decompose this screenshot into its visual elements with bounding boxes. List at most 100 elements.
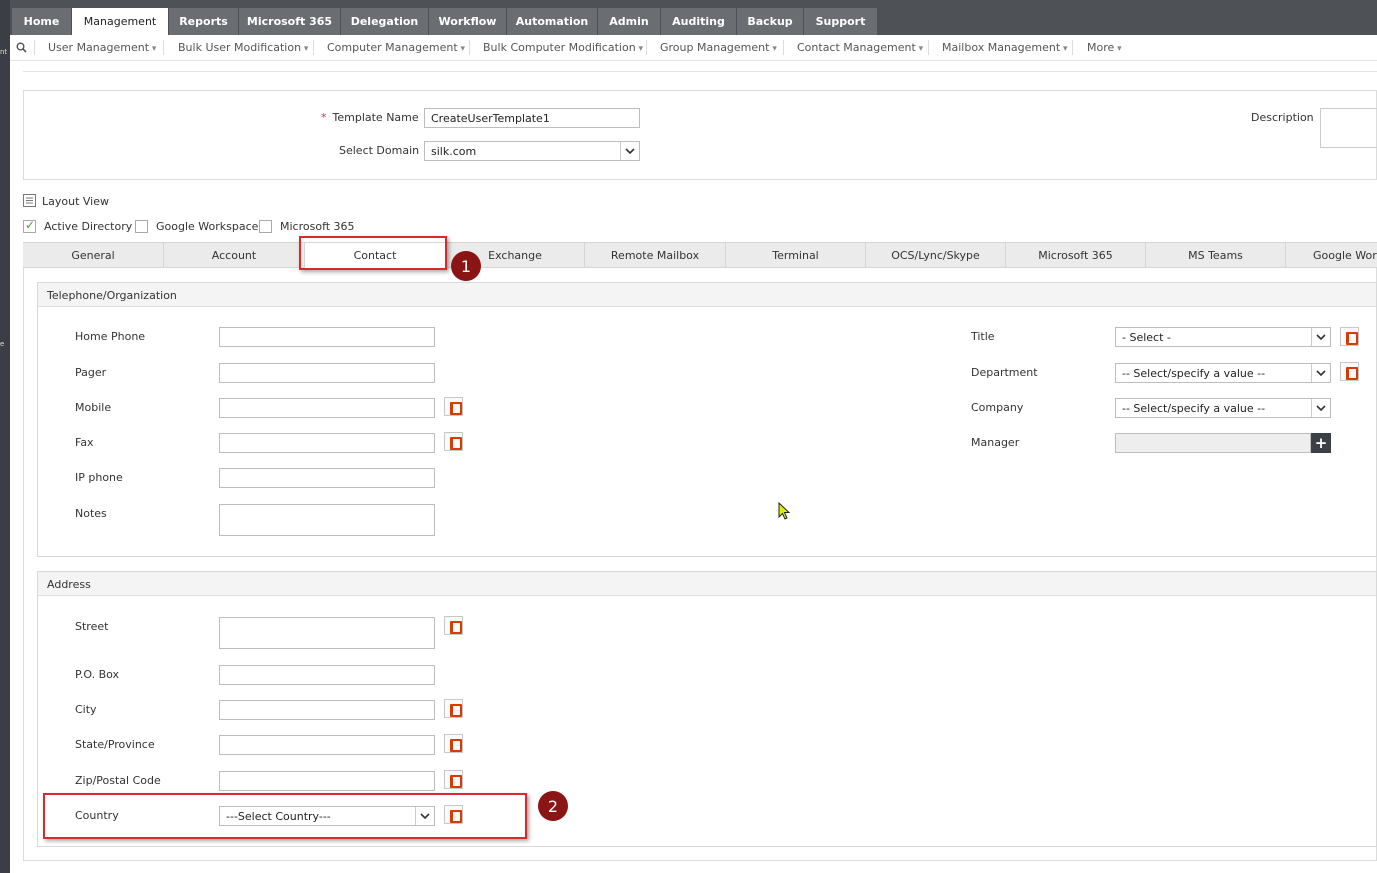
mobile-input[interactable] (219, 398, 435, 418)
sub-nav-divider (313, 40, 314, 55)
tab-ocs-lync-skype[interactable]: OCS/Lync/Skype (866, 243, 1006, 268)
highlight-contact-tab (299, 236, 447, 270)
office-365-icon[interactable] (444, 397, 463, 416)
chevron-down-icon (1311, 328, 1330, 346)
fax-input[interactable] (219, 433, 435, 453)
pager-label: Pager (75, 366, 107, 379)
sub-nav-divider (163, 40, 164, 55)
company-select[interactable]: -- Select/specify a value -- (1115, 398, 1331, 418)
left-strip-text-1: nt (0, 48, 8, 56)
office-365-icon[interactable] (1340, 362, 1359, 381)
layout-view-icon[interactable] (23, 194, 36, 207)
checkbox-microsoft-365-label: Microsoft 365 (280, 220, 355, 233)
tab-ms-teams[interactable]: MS Teams (1146, 243, 1286, 268)
checkbox-microsoft-365[interactable] (259, 220, 272, 233)
tab-support[interactable]: Support (804, 8, 878, 35)
tab-microsoft-365[interactable]: Microsoft 365 (239, 8, 341, 35)
highlight-country-row (43, 793, 527, 839)
checkbox-google-workspace[interactable] (135, 220, 148, 233)
notes-label: Notes (75, 507, 107, 520)
menu-bulk-user-modification[interactable]: Bulk User Modification (178, 41, 308, 54)
ip-phone-input[interactable] (219, 468, 435, 488)
layout-view-link[interactable]: Layout View (42, 195, 109, 208)
menu-mailbox-management[interactable]: Mailbox Management (942, 41, 1068, 54)
tab-delegation[interactable]: Delegation (341, 8, 429, 35)
chevron-down-icon (1311, 364, 1330, 382)
sub-nav-divider (928, 40, 929, 55)
sub-nav-divider (1072, 40, 1073, 55)
department-label: Department (971, 366, 1038, 379)
tab-remote-mailbox[interactable]: Remote Mailbox (585, 243, 726, 268)
home-phone-label: Home Phone (75, 330, 146, 343)
tab-general[interactable]: General (23, 243, 164, 268)
sub-nav-divider (469, 40, 470, 55)
ip-phone-label: IP phone (75, 471, 123, 484)
city-input[interactable] (219, 700, 435, 720)
mobile-label: Mobile (75, 401, 112, 414)
home-phone-input[interactable] (219, 327, 435, 347)
tab-home[interactable]: Home (12, 8, 72, 35)
title-label: Title (971, 330, 995, 343)
checkbox-google-workspace-label: Google Workspace (156, 220, 259, 233)
tab-backup[interactable]: Backup (737, 8, 804, 35)
office-365-icon[interactable] (444, 616, 463, 635)
notes-textarea[interactable] (219, 504, 435, 536)
po-box-label: P.O. Box (75, 668, 120, 681)
tab-account[interactable]: Account (164, 243, 305, 268)
office-365-icon[interactable] (1340, 327, 1359, 346)
menu-user-management[interactable]: User Management (48, 41, 156, 54)
tab-admin[interactable]: Admin (598, 8, 661, 35)
tab-google-workspace[interactable]: Google Work (1286, 243, 1377, 268)
section-header-address: Address (38, 572, 1376, 596)
department-select-value: -- Select/specify a value -- (1122, 367, 1266, 380)
chevron-down-icon (620, 142, 639, 160)
tab-management[interactable]: Management (72, 8, 169, 35)
manager-label: Manager (971, 436, 1020, 449)
search-icon[interactable] (16, 42, 27, 53)
street-textarea[interactable] (219, 617, 435, 649)
description-label: Description (1251, 111, 1314, 124)
select-domain-label: Select Domain (339, 144, 420, 157)
template-name-input[interactable] (424, 108, 640, 128)
checkbox-active-directory[interactable] (23, 218, 36, 233)
left-sidebar-strip: nt e (0, 0, 10, 873)
po-box-input[interactable] (219, 665, 435, 685)
template-name-label-text: Template Name (332, 111, 419, 124)
sub-nav-divider (34, 40, 35, 55)
office-365-icon[interactable] (444, 432, 463, 451)
pager-input[interactable] (219, 363, 435, 383)
fax-label: Fax (75, 436, 94, 449)
menu-contact-management[interactable]: Contact Management (797, 41, 923, 54)
manager-input (1115, 433, 1311, 453)
section-header-telephone: Telephone/Organization (38, 283, 1376, 307)
company-label: Company (971, 401, 1024, 414)
zip-code-label: Zip/Postal Code (75, 774, 161, 787)
state-province-input[interactable] (219, 735, 435, 755)
add-manager-button[interactable]: + (1311, 433, 1331, 453)
chevron-down-icon (1311, 399, 1330, 417)
zip-code-input[interactable] (219, 771, 435, 791)
mouse-cursor-icon (778, 502, 791, 520)
menu-computer-management[interactable]: Computer Management (327, 41, 465, 54)
template-name-label: * Template Name (321, 111, 419, 124)
office-365-icon[interactable] (444, 699, 463, 718)
sub-nav-divider (646, 40, 647, 55)
office-365-icon[interactable] (444, 770, 463, 789)
tab-terminal[interactable]: Terminal (726, 243, 866, 268)
description-input[interactable] (1320, 108, 1377, 148)
annotation-badge-1: 1 (451, 251, 481, 281)
tab-workflow[interactable]: Workflow (429, 8, 507, 35)
annotation-badge-2: 2 (538, 791, 568, 821)
tab-auditing[interactable]: Auditing (661, 8, 737, 35)
tab-microsoft-365-settings[interactable]: Microsoft 365 (1006, 243, 1146, 268)
tab-reports[interactable]: Reports (169, 8, 239, 35)
checkbox-active-directory-label: Active Directory (44, 220, 133, 233)
menu-group-management[interactable]: Group Management (660, 41, 777, 54)
tab-automation[interactable]: Automation (507, 8, 598, 35)
menu-bulk-computer-modification[interactable]: Bulk Computer Modification (483, 41, 643, 54)
domain-select[interactable]: silk.com (424, 141, 640, 161)
office-365-icon[interactable] (444, 734, 463, 753)
department-select[interactable]: -- Select/specify a value -- (1115, 363, 1331, 383)
menu-more[interactable]: More (1087, 41, 1122, 54)
title-select[interactable]: - Select - (1115, 327, 1331, 347)
